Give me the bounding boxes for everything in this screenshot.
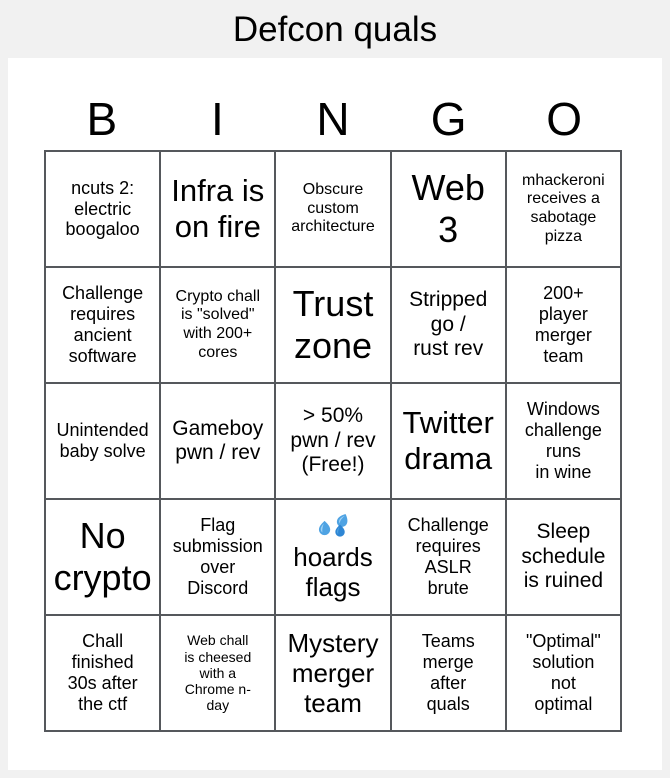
title-bar: Defcon quals [0, 0, 670, 58]
bingo-header-letter-g: G [430, 92, 467, 145]
bingo-cell-r5c4[interactable]: Teams merge after quals [391, 616, 507, 732]
bingo-cell-text: "Optimal" solution not optimal [525, 631, 601, 714]
bingo-header-letter-b: B [86, 92, 118, 145]
bingo-cell-r4c2[interactable]: Flag submission over Discord [161, 500, 277, 616]
bingo-cell-r3c2[interactable]: Gameboy pwn / rev [161, 384, 277, 500]
bingo-cell-r4c1[interactable]: No crypto [46, 500, 162, 616]
bingo-cell-text: hoards flags [293, 542, 373, 602]
bingo-cell-r1c2[interactable]: Infra is on fire [161, 152, 277, 268]
bingo-cell-r3c4[interactable]: Twitter drama [391, 384, 507, 500]
bingo-cell-text: Stripped go / rust rev [409, 288, 488, 361]
bingo-cell-text: Twitter drama [402, 405, 494, 476]
bingo-cell-text: Trust zone [292, 283, 374, 366]
bingo-cell-text: ncuts 2: electric boogaloo [65, 177, 140, 240]
bingo-cell-text: Windows challenge runs in wine [524, 399, 602, 482]
bingo-cell-text: Infra is on fire [171, 173, 265, 244]
bingo-cell-text: Crypto chall is "solved" with 200+ cores [175, 287, 261, 361]
bingo-cell-r3c3[interactable]: > 50% pwn / rev (Free!) [276, 384, 392, 500]
bingo-cell-r2c5[interactable]: 200+ player merger team [506, 268, 622, 384]
bingo-cell-r1c1[interactable]: ncuts 2: electric boogaloo [46, 152, 162, 268]
bingo-cell-text: Chall finished 30s after the ctf [67, 631, 138, 714]
bingo-cell-text: mhackeroni receives a sabotage pizza [522, 171, 605, 245]
bingo-cell-r2c2[interactable]: Crypto chall is "solved" with 200+ cores [161, 268, 277, 384]
bingo-cell-text: 200+ player merger team [534, 283, 592, 366]
bingo-cell-r5c3[interactable]: Mystery merger team [276, 616, 392, 732]
bingo-cell-text: Obscure custom architecture [291, 181, 375, 236]
bingo-cell-text: Challenge requires ASLR brute [407, 515, 489, 598]
bingo-cell-r4c3[interactable]: hoards flags [276, 500, 392, 616]
bingo-cell-r1c5[interactable]: mhackeroni receives a sabotage pizza [506, 152, 622, 268]
bingo-page: Defcon quals B I N G O ncuts 2: electric booga… [0, 0, 670, 778]
bingo-cell-text: Web chall is cheesed with a Chrome n-day [184, 632, 252, 714]
bingo-cell-text: Gameboy pwn / rev [172, 416, 264, 464]
page-title: Defcon quals [232, 9, 438, 49]
bingo-cell-text: Challenge requires ancient software [62, 283, 144, 366]
bingo-cell-r4c5[interactable]: Sleep schedule is ruined [506, 500, 622, 616]
bingo-card: B I N G O ncuts 2: electric boogaloo Infra is on… [8, 58, 662, 770]
sweat-droplets-icon [318, 514, 348, 537]
bingo-header-letter-o: O [546, 92, 583, 145]
bingo-cell-text: Flag submission over Discord [172, 515, 263, 598]
bingo-cell-r3c5[interactable]: Windows challenge runs in wine [506, 384, 622, 500]
bingo-grid: ncuts 2: electric boogaloo Infra is on fire O… [44, 150, 622, 732]
bingo-cell-r5c5[interactable]: "Optimal" solution not optimal [506, 616, 622, 732]
bingo-header-row: BINGO [44, 91, 622, 146]
bingo-cell-r5c2[interactable]: Web chall is cheesed with a Chrome n-day [161, 616, 277, 732]
bingo-cell-text: No crypto [53, 515, 152, 598]
bingo-cell-r2c3[interactable]: Trust zone [276, 268, 392, 384]
bingo-cell-text: Web 3 [411, 167, 485, 250]
bingo-header-letter-i: I [211, 92, 224, 145]
bingo-cell-r3c1[interactable]: Unintended baby solve [46, 384, 162, 500]
bingo-cell-r4c4[interactable]: Challenge requires ASLR brute [391, 500, 507, 616]
bingo-cell-r2c1[interactable]: Challenge requires ancient software [46, 268, 162, 384]
bingo-cell-text: Mystery merger team [287, 627, 379, 719]
bingo-cell-r1c4[interactable]: Web 3 [391, 152, 507, 268]
bingo-cell-text: Unintended baby solve [56, 420, 149, 461]
bingo-cell-text: Sleep schedule is ruined [521, 520, 606, 593]
bingo-cell-text: > 50% pwn / rev (Free!) [290, 404, 376, 477]
bingo-cell-r2c4[interactable]: Stripped go / rust rev [391, 268, 507, 384]
bingo-cell-r1c3[interactable]: Obscure custom architecture [276, 152, 392, 268]
bingo-cell-r5c1[interactable]: Chall finished 30s after the ctf [46, 616, 162, 732]
bingo-cell-text: Teams merge after quals [421, 631, 475, 714]
bingo-header-letter-n: N [316, 92, 350, 145]
